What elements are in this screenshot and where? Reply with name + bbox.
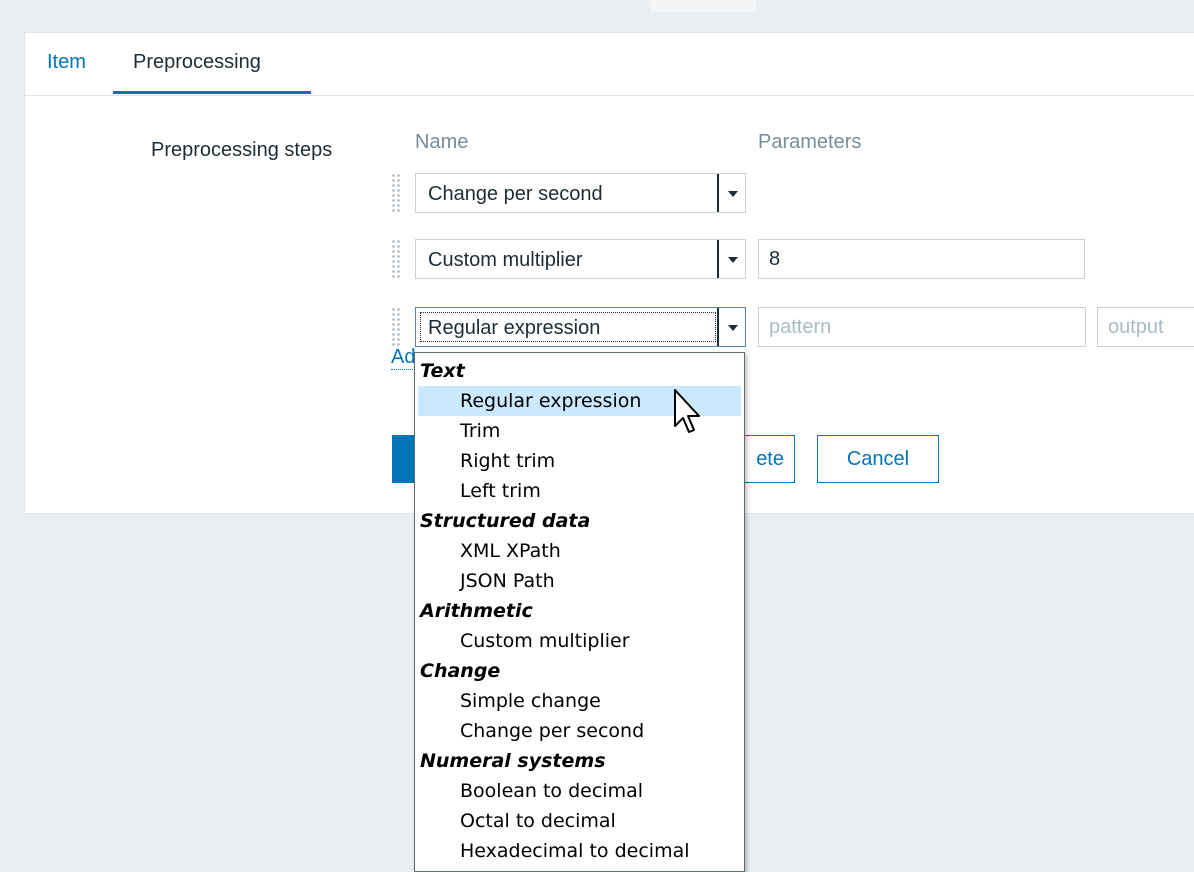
tab-bar: Item Preprocessing (25, 33, 1194, 96)
option-custom-multiplier[interactable]: Custom multiplier (418, 626, 741, 656)
step-2-multiplier-input[interactable] (758, 239, 1085, 279)
step-2-name-value: Custom multiplier (428, 249, 583, 271)
option-hexadecimal-to-decimal[interactable]: Hexadecimal to decimal (418, 836, 741, 866)
chevron-down-icon (728, 257, 738, 263)
option-simple-change[interactable]: Simple change (418, 686, 741, 716)
parameters-column-header: Parameters (758, 131, 862, 153)
drag-handle-icon[interactable] (391, 239, 401, 279)
group-label: Numeral systems (420, 750, 606, 772)
option-xml-xpath[interactable]: XML XPath (418, 536, 741, 566)
step-3-output-input[interactable] (1097, 307, 1194, 347)
add-step-link[interactable]: Ad (391, 345, 416, 370)
option-change-per-second[interactable]: Change per second (418, 716, 741, 746)
step-1-name-value: Change per second (428, 183, 603, 205)
top-strip (0, 0, 1194, 12)
group-label: Change (420, 660, 501, 682)
chevron-down-icon (728, 325, 738, 331)
chevron-down-icon (728, 191, 738, 197)
drag-handle-icon[interactable] (391, 173, 401, 213)
tab-item[interactable]: Item (47, 49, 86, 75)
dropdown-button[interactable] (717, 308, 745, 346)
step-3-name-value: Regular expression (428, 317, 601, 339)
option-left-trim[interactable]: Left trim (418, 476, 741, 506)
step-2-name-select[interactable]: Custom multiplier (415, 239, 746, 279)
name-column-header: Name (415, 131, 469, 153)
step-3-name-select[interactable]: Regular expression (415, 307, 746, 347)
dropdown-button[interactable] (717, 174, 745, 212)
option-json-path[interactable]: JSON Path (418, 566, 741, 596)
option-right-trim[interactable]: Right trim (418, 446, 741, 476)
group-label: Arithmetic (420, 600, 533, 622)
step-1-name-select[interactable]: Change per second (415, 173, 746, 213)
group-label: Text (420, 360, 465, 382)
drag-handle-icon[interactable] (391, 307, 401, 347)
option-boolean-to-decimal[interactable]: Boolean to decimal (418, 776, 741, 806)
header-tab-fragment (650, 0, 756, 12)
cancel-button[interactable]: Cancel (817, 435, 939, 483)
dropdown-button[interactable] (717, 240, 745, 278)
group-label: Structured data (420, 510, 591, 532)
active-tab-indicator (113, 91, 311, 94)
step-3-pattern-input[interactable] (758, 307, 1086, 347)
preprocessing-steps-label: Preprocessing steps (151, 139, 333, 161)
option-octal-to-decimal[interactable]: Octal to decimal (418, 806, 741, 836)
mouse-cursor-icon (674, 389, 700, 433)
tab-preprocessing[interactable]: Preprocessing (133, 49, 261, 75)
